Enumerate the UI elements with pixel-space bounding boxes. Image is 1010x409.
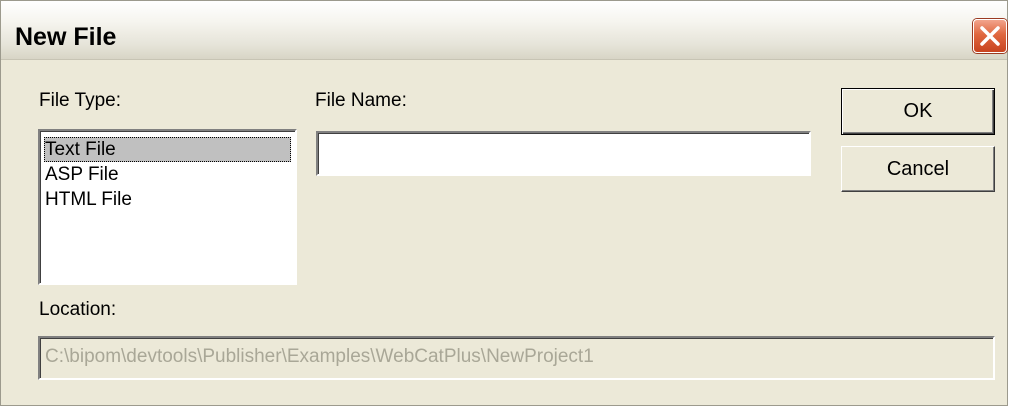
file-name-input[interactable]	[316, 131, 811, 176]
title-bar[interactable]: New File	[1, 1, 1007, 60]
list-item-text-file[interactable]: Text File	[44, 137, 291, 162]
location-field: C:\bipom\devtools\Publisher\Examples\Web…	[38, 336, 995, 380]
file-type-listbox[interactable]: Text File ASP File HTML File	[38, 129, 297, 285]
file-name-label: File Name:	[315, 90, 407, 111]
close-x-icon	[980, 26, 1000, 46]
cancel-button[interactable]: Cancel	[841, 146, 995, 192]
list-item-asp-file[interactable]: ASP File	[44, 162, 291, 187]
location-label: Location:	[39, 299, 117, 320]
new-file-dialog: New File File Type: Text File ASP File H…	[0, 0, 1008, 406]
dialog-title: New File	[15, 23, 117, 51]
ok-button[interactable]: OK	[841, 88, 995, 135]
close-button[interactable]	[973, 19, 1007, 53]
list-item-html-file[interactable]: HTML File	[44, 187, 291, 212]
file-type-label: File Type:	[39, 90, 122, 111]
